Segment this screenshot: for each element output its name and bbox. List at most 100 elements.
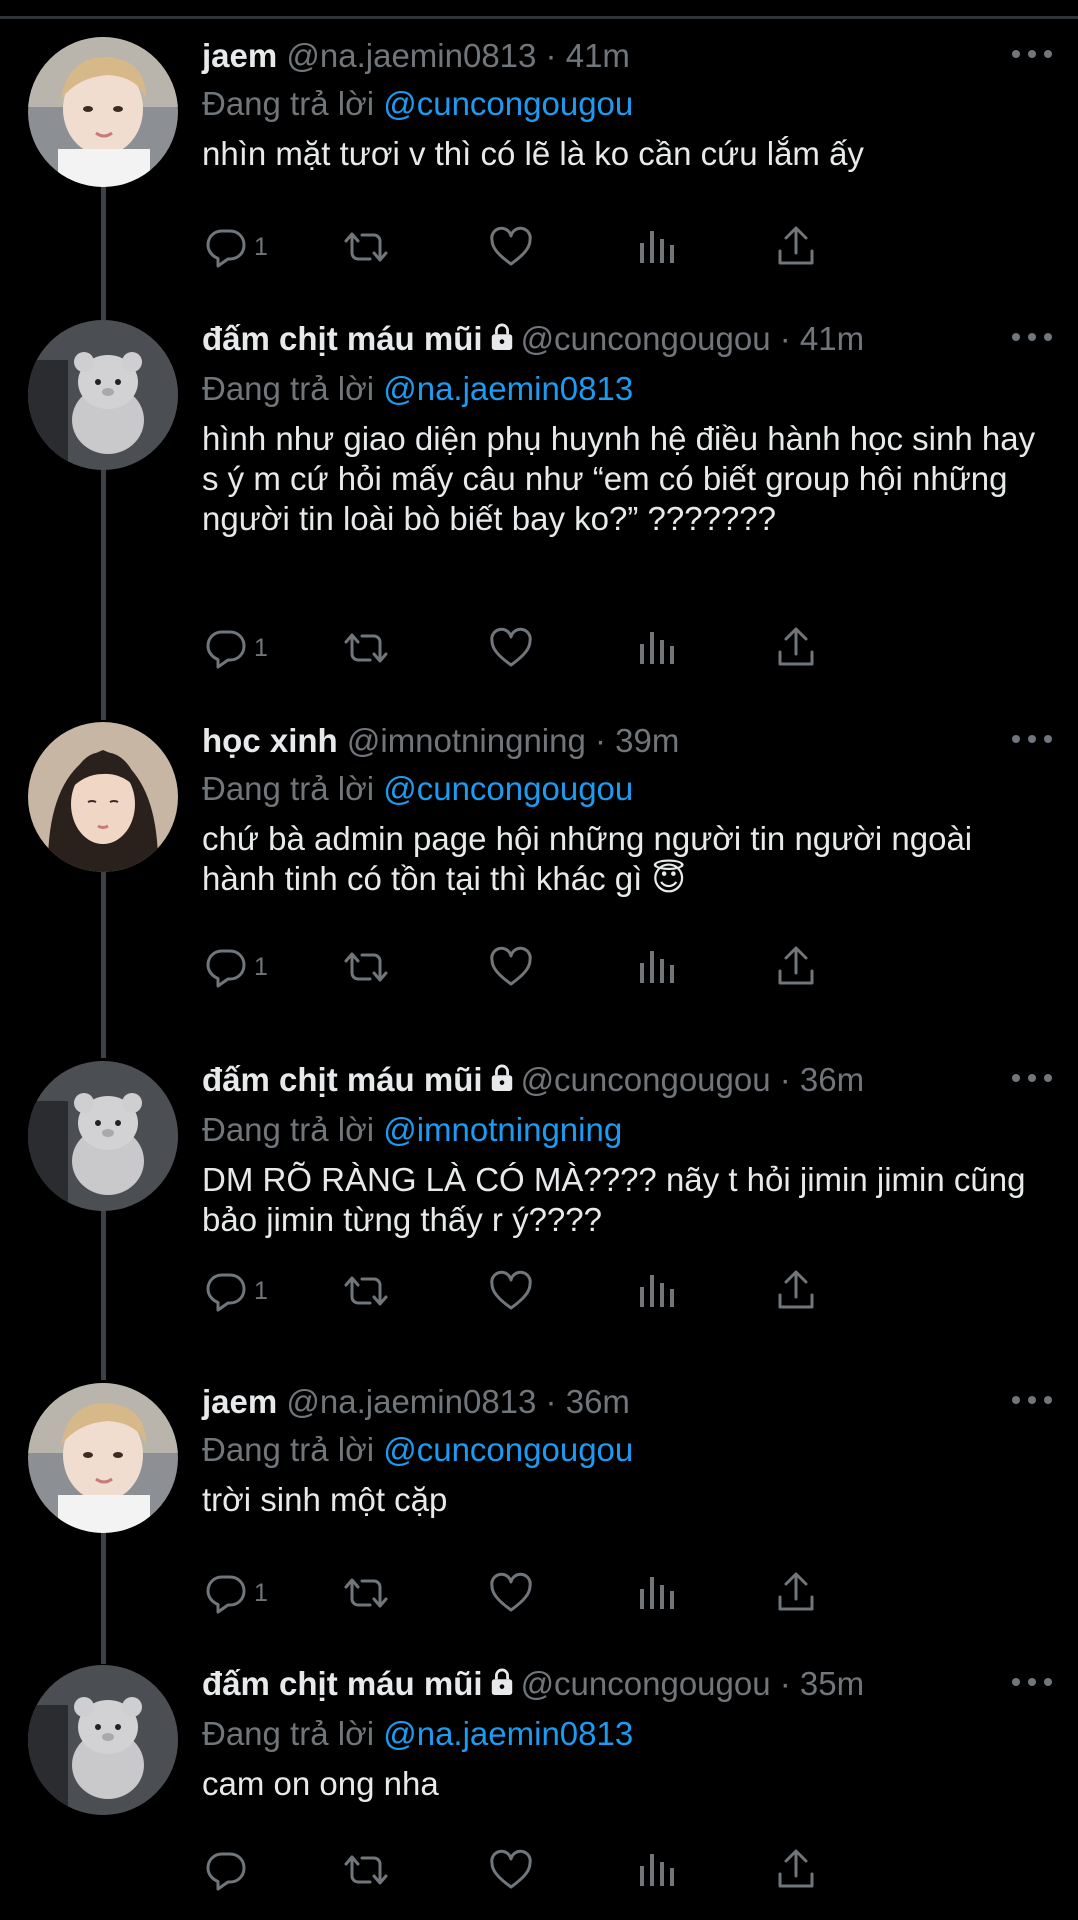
tweet-text: trời sinh một cặp	[202, 1481, 448, 1518]
reply-icon	[202, 1846, 250, 1894]
avatar[interactable]	[28, 320, 178, 470]
reply-button[interactable]	[202, 1840, 250, 1900]
views-icon	[632, 1267, 680, 1315]
tweet-content: học xinh @imnotningning · 39m Đang trả lờ…	[202, 717, 1048, 899]
tweet-header: học xinh @imnotningning · 39m	[202, 717, 1048, 765]
action-bar: 1	[202, 1261, 962, 1321]
like-button[interactable]	[487, 937, 535, 997]
share-icon	[772, 624, 820, 672]
author-name[interactable]: đấm chịt máu mũi	[202, 1665, 483, 1702]
separator-dot: ·	[770, 1061, 800, 1098]
like-icon	[487, 1267, 535, 1315]
retweet-button[interactable]	[342, 937, 390, 997]
reply-button[interactable]: 1	[202, 1563, 268, 1623]
replying-to: Đang trả lời @na.jaemin0813	[202, 365, 1048, 413]
author-name[interactable]: đấm chịt máu mũi	[202, 1061, 483, 1098]
retweet-icon	[342, 1569, 390, 1617]
replying-to-label: Đang trả lời	[202, 85, 375, 122]
replying-to-label: Đang trả lời	[202, 770, 375, 807]
reply-button[interactable]: 1	[202, 937, 268, 997]
tweet-content: đấm chịt máu mũi @cuncongougou · 41m Đang …	[202, 315, 1048, 539]
author-handle[interactable]: @cuncongougou	[521, 1061, 771, 1098]
reply-icon	[202, 223, 250, 271]
author-name[interactable]: đấm chịt máu mũi	[202, 320, 483, 357]
views-icon	[632, 1846, 680, 1894]
tweet-text: cam on ong nha	[202, 1765, 439, 1803]
replying-to-label: Đang trả lời	[202, 1431, 375, 1468]
timestamp[interactable]: 36m	[566, 1383, 630, 1420]
reply-icon	[202, 943, 250, 991]
avatar[interactable]	[28, 722, 178, 872]
share-icon	[772, 1569, 820, 1617]
author-handle[interactable]: @na.jaemin0813	[286, 1383, 536, 1420]
timestamp[interactable]: 36m	[800, 1061, 864, 1098]
like-button[interactable]	[487, 1840, 535, 1900]
reply-button[interactable]: 1	[202, 1261, 268, 1321]
thread-line	[101, 872, 106, 1058]
timestamp[interactable]: 39m	[615, 722, 679, 759]
retweet-icon	[342, 1267, 390, 1315]
tweet-content: jaem @na.jaemin0813 · 41m Đang trả lời @c…	[202, 32, 1048, 174]
lock-icon	[489, 1058, 515, 1106]
action-bar: 1	[202, 618, 962, 678]
like-button[interactable]	[487, 618, 535, 678]
views-button[interactable]	[632, 618, 680, 678]
mention-link[interactable]: @na.jaemin0813	[383, 370, 633, 407]
mention-link[interactable]: @cuncongougou	[383, 1431, 633, 1468]
retweet-icon	[342, 1846, 390, 1894]
mention-link[interactable]: @cuncongougou	[383, 770, 633, 807]
author-handle[interactable]: @cuncongougou	[521, 320, 771, 357]
avatar[interactable]	[28, 1061, 178, 1211]
like-button[interactable]	[487, 1563, 535, 1623]
timestamp[interactable]: 41m	[566, 37, 630, 74]
retweet-button[interactable]	[342, 618, 390, 678]
reply-button[interactable]: 1	[202, 217, 268, 277]
thread-line	[101, 1210, 106, 1380]
retweet-button[interactable]	[342, 1840, 390, 1900]
reply-count: 1	[254, 1578, 268, 1607]
timestamp[interactable]: 41m	[800, 320, 864, 357]
author-handle[interactable]: @imnotningning	[347, 722, 586, 759]
share-button[interactable]	[772, 217, 820, 277]
views-button[interactable]	[632, 217, 680, 277]
like-button[interactable]	[487, 1261, 535, 1321]
author-handle[interactable]: @cuncongougou	[521, 1665, 771, 1702]
views-icon	[632, 624, 680, 672]
retweet-button[interactable]	[342, 217, 390, 277]
share-button[interactable]	[772, 1840, 820, 1900]
author-name[interactable]: học xinh	[202, 722, 338, 759]
share-button[interactable]	[772, 618, 820, 678]
views-icon	[632, 223, 680, 271]
mention-link[interactable]: @imnotningning	[383, 1111, 622, 1148]
lock-icon	[489, 1662, 515, 1710]
avatar[interactable]	[28, 37, 178, 187]
share-button[interactable]	[772, 1261, 820, 1321]
thread-line	[101, 182, 106, 320]
reply-icon	[202, 1267, 250, 1315]
views-button[interactable]	[632, 1840, 680, 1900]
replying-to-label: Đang trả lời	[202, 1715, 375, 1753]
retweet-button[interactable]	[342, 1261, 390, 1321]
views-icon	[632, 943, 680, 991]
tweet-header: đấm chịt máu mũi @cuncongougou · 36m	[202, 1056, 1048, 1106]
author-name[interactable]: jaem	[202, 37, 277, 74]
mention-link[interactable]: @na.jaemin0813	[383, 1715, 633, 1752]
mention-link[interactable]: @cuncongougou	[383, 85, 633, 122]
reply-button[interactable]: 1	[202, 618, 268, 678]
share-button[interactable]	[772, 1563, 820, 1623]
timestamp[interactable]: 35m	[800, 1665, 864, 1702]
share-icon	[772, 1267, 820, 1315]
separator-dot: ·	[585, 722, 616, 759]
tweet-text: nhìn mặt tươi v thì có lẽ là ko cần cứu …	[202, 135, 864, 172]
views-button[interactable]	[632, 1563, 680, 1623]
views-button[interactable]	[632, 1261, 680, 1321]
like-button[interactable]	[487, 217, 535, 277]
avatar[interactable]	[28, 1665, 178, 1815]
like-icon	[487, 624, 535, 672]
retweet-button[interactable]	[342, 1563, 390, 1623]
views-button[interactable]	[632, 937, 680, 997]
author-handle[interactable]: @na.jaemin0813	[286, 37, 536, 74]
author-name[interactable]: jaem	[202, 1383, 277, 1420]
share-button[interactable]	[772, 937, 820, 997]
avatar[interactable]	[28, 1383, 178, 1533]
